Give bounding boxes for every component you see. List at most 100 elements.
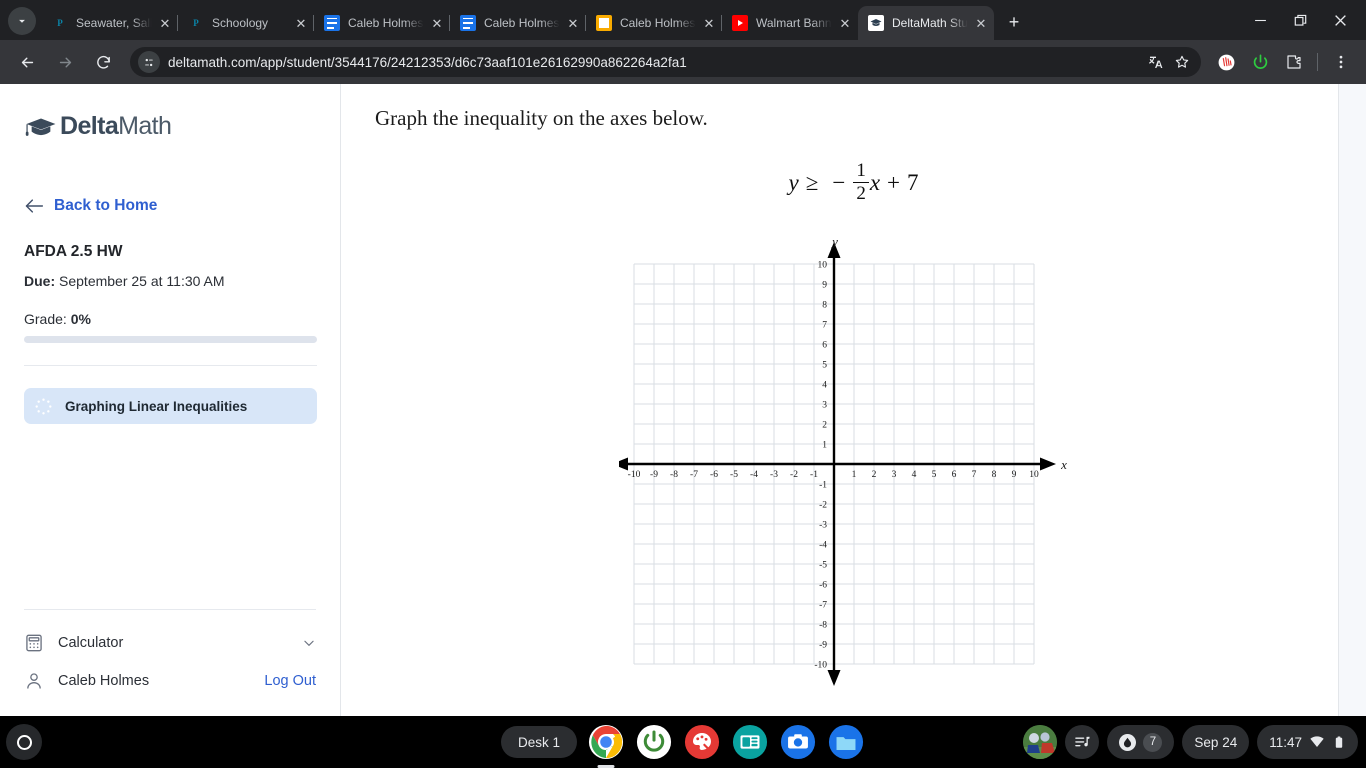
address-bar[interactable]: deltamath.com/app/student/3544176/242123… — [130, 47, 1201, 77]
browser-tab-1[interactable]: P Seawater, Salinity ✕ — [42, 6, 178, 40]
logout-link[interactable]: Log Out — [264, 673, 316, 689]
tab-close-button[interactable]: ✕ — [836, 14, 854, 32]
svg-text:-9: -9 — [819, 641, 827, 651]
omnibox-actions — [1143, 49, 1195, 75]
tab-close-button[interactable]: ✕ — [700, 14, 718, 32]
svg-text:-1: -1 — [810, 470, 818, 480]
svg-text:-3: -3 — [819, 521, 827, 531]
shelf-time: 11:47 — [1269, 734, 1302, 750]
shelf-status-area: 7 Sep 24 11:47 — [1023, 716, 1358, 768]
equation-relation: ≥ — [805, 169, 819, 195]
assignment-title: AFDA 2.5 HW — [24, 243, 123, 260]
tab-close-button[interactable]: ✕ — [564, 14, 582, 32]
svg-text:6: 6 — [822, 341, 827, 351]
coordinate-graph[interactable]: -10 -9 -8 -7 -6 -5 -4 -3 -2 -1 1 2 3 4 5 6 7 8 9 10 10 9 8 7 6 5 4… — [618, 232, 1089, 692]
camera-app-icon[interactable] — [779, 723, 817, 761]
inequality-equation: y ≥ − 1 2 x + 7 — [788, 161, 918, 204]
toolbar-divider — [1317, 53, 1318, 71]
site-settings-icon[interactable] — [138, 51, 160, 73]
calculator-label: Calculator — [58, 635, 124, 651]
reload-button[interactable] — [88, 47, 118, 77]
browser-tab-4[interactable]: Caleb Holmes - C ✕ — [450, 6, 586, 40]
minimize-button[interactable] — [1240, 3, 1280, 37]
close-window-button[interactable] — [1320, 3, 1360, 37]
person-icon — [27, 673, 41, 689]
svg-text:5: 5 — [822, 361, 827, 371]
page-right-gutter — [1338, 84, 1366, 716]
svg-text:y: y — [830, 234, 838, 249]
svg-text:-8: -8 — [819, 621, 827, 631]
chrome-icon[interactable] — [587, 723, 625, 761]
power-app-icon[interactable] — [635, 723, 673, 761]
date-tray[interactable]: Sep 24 — [1182, 725, 1250, 759]
paint-app-icon[interactable] — [683, 723, 721, 761]
media-playlist-icon[interactable] — [1065, 725, 1100, 759]
due-value: September 25 at 11:30 AM — [59, 273, 225, 289]
powerschool-icon: P — [193, 18, 199, 28]
svg-text:x: x — [1060, 457, 1067, 472]
youtube-icon — [732, 15, 748, 31]
user-avatar[interactable] — [1023, 725, 1058, 759]
graph-svg[interactable]: -10 -9 -8 -7 -6 -5 -4 -3 -2 -1 1 2 3 4 5 6 7 8 9 10 10 9 8 7 6 5 4… — [618, 232, 1089, 692]
forward-button[interactable] — [50, 47, 80, 77]
system-tray[interactable]: 11:47 — [1257, 725, 1358, 759]
browser-toolbar: deltamath.com/app/student/3544176/242123… — [0, 40, 1366, 84]
browser-tab-3[interactable]: Caleb Holmes - C ✕ — [314, 6, 450, 40]
maximize-restore-button[interactable] — [1280, 3, 1320, 37]
tab-title: Caleb Holmes - C — [348, 16, 426, 30]
svg-text:4: 4 — [911, 470, 916, 480]
grade-progress-bar — [24, 336, 317, 343]
browser-tab-5[interactable]: Caleb Holmes - P ✕ — [586, 6, 722, 40]
power-icon[interactable] — [1246, 48, 1274, 76]
svg-text:7: 7 — [822, 321, 827, 331]
three-dot-menu-icon[interactable] — [1327, 48, 1355, 76]
tab-close-button[interactable]: ✕ — [972, 14, 990, 32]
page-viewport: DeltaMath Back to Home AFDA 2.5 HW Due: … — [0, 84, 1366, 716]
problem-content: Graph the inequality on the axes below. … — [341, 84, 1366, 716]
chevron-down-icon[interactable] — [302, 636, 316, 650]
extensions-puzzle-icon[interactable] — [1280, 48, 1308, 76]
tab-title: Caleb Holmes - P — [620, 16, 698, 30]
tab-close-button[interactable]: ✕ — [156, 14, 174, 32]
equation-variable: x — [869, 169, 881, 195]
notifications-tray[interactable]: 7 — [1107, 725, 1175, 759]
google-slides-icon — [596, 15, 612, 31]
grammarly-icon[interactable] — [1212, 48, 1240, 76]
svg-text:-7: -7 — [690, 470, 698, 480]
drop-icon — [1119, 733, 1137, 751]
logo-text-light: Math — [118, 112, 172, 140]
browser-tab-6[interactable]: Walmart Banned ✕ — [722, 6, 858, 40]
sidebar-divider — [24, 365, 317, 366]
desk-button[interactable]: Desk 1 — [500, 726, 578, 758]
svg-text:-3: -3 — [770, 470, 778, 480]
tab-search-button[interactable] — [8, 7, 36, 35]
files-app-icon[interactable] — [827, 723, 865, 761]
bookmark-star-icon[interactable] — [1169, 49, 1195, 75]
sidebar-item-graphing-linear-inequalities[interactable]: Graphing Linear Inequalities — [24, 388, 317, 424]
logo-text: DeltaMath — [60, 112, 172, 141]
svg-text:-2: -2 — [819, 501, 827, 511]
svg-text:3: 3 — [891, 470, 896, 480]
svg-text:-10: -10 — [627, 470, 640, 480]
svg-text:2: 2 — [871, 470, 876, 480]
deltamath-icon — [868, 15, 884, 31]
back-to-home-link[interactable]: Back to Home — [24, 197, 316, 215]
reload-icon — [96, 55, 110, 69]
news-app-icon[interactable] — [731, 723, 769, 761]
tab-close-button[interactable]: ✕ — [428, 14, 446, 32]
browser-tab-2[interactable]: P Schoology ✕ — [178, 6, 314, 40]
back-button[interactable] — [12, 47, 42, 77]
tab-close-button[interactable]: ✕ — [292, 14, 310, 32]
equation-minus: − — [832, 169, 846, 195]
new-tab-button[interactable]: + — [1000, 8, 1028, 36]
svg-text:10: 10 — [1029, 470, 1039, 480]
wifi-icon — [1310, 736, 1324, 747]
browser-tab-7-active[interactable]: DeltaMath Studen ✕ — [858, 6, 994, 40]
tab-title: Walmart Banned — [756, 16, 834, 30]
translate-icon[interactable] — [1143, 49, 1169, 75]
sidebar-footer: Calculator Caleb Holmes Log Out — [24, 609, 316, 700]
calculator-row[interactable]: Calculator — [24, 624, 316, 662]
svg-text:9: 9 — [822, 281, 827, 291]
svg-text:5: 5 — [931, 470, 936, 480]
question-prompt: Graph the inequality on the axes below. — [375, 106, 708, 130]
